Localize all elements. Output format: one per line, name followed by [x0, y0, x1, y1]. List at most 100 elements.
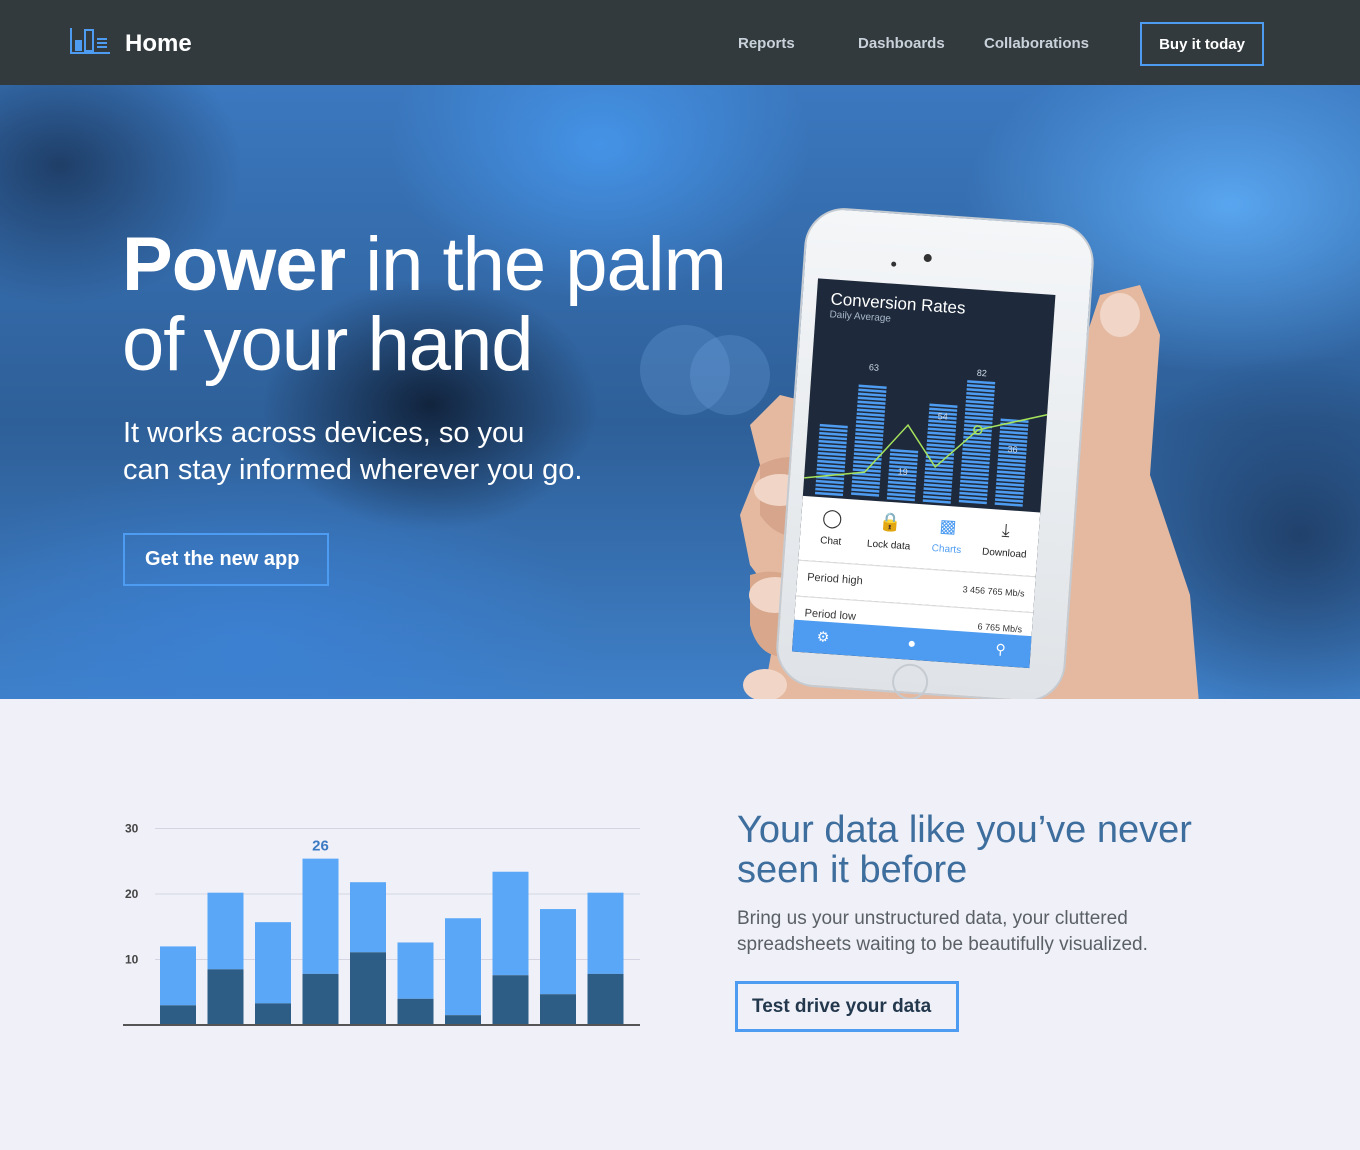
nav-link-collaborations[interactable]: Collaborations: [984, 35, 1089, 52]
phone-chart-bar-stripe: [966, 388, 995, 393]
hero-title: Power in the palm of your hand: [122, 222, 727, 385]
bar-segment-light: [445, 918, 481, 1016]
search-icon[interactable]: ⚲: [970, 639, 1031, 660]
phone-chart-bar-stripe: [887, 484, 916, 490]
feature-subtitle: Bring us your unstructured data, your cl…: [737, 908, 1148, 955]
phone-chart-bar-stripe: [927, 435, 956, 440]
phone-chart-bar-stripe: [962, 443, 991, 449]
phone-chart-bar-stripe: [997, 462, 1026, 467]
phone-chart-bar-stripe: [815, 479, 844, 485]
phone-chart-bar-stripe: [854, 444, 883, 449]
phone-chart-bar-stripe: [959, 495, 988, 501]
get-the-new-app-button[interactable]: Get the new app: [123, 533, 329, 586]
phone-chart-bar-stripe: [999, 434, 1028, 439]
phone-chart-bar-stripe: [996, 482, 1025, 487]
hero-section: Power in the palm of your hand It works …: [0, 85, 1360, 699]
phone-chart-bar-stripe: [851, 492, 880, 497]
phone-chart-bar-stripe: [855, 428, 884, 433]
phone-chart-bar-stripe: [818, 443, 847, 449]
phone-chart-bar-stripe: [853, 452, 882, 457]
chat-icon[interactable]: ◯: [803, 506, 862, 531]
phone-chart-bar-stripe: [887, 488, 916, 494]
nav-link-reports[interactable]: Reports: [738, 35, 795, 52]
phone-chart-value-label: 63: [869, 362, 880, 373]
tab-lock-data[interactable]: Lock data: [859, 538, 918, 553]
y-tick-label: 20: [125, 887, 139, 901]
phone-chart-bar-stripe: [964, 419, 993, 425]
tab-chat[interactable]: Chat: [801, 534, 860, 549]
bar-chart-logo-icon[interactable]: [70, 24, 110, 56]
phone-chart-bar-stripe: [923, 483, 952, 488]
phone-chart-value-label: 54: [937, 411, 948, 422]
phone-chart-bar-stripe: [818, 435, 847, 441]
gear-icon[interactable]: ⚙: [793, 627, 854, 648]
user-icon[interactable]: ●: [881, 633, 942, 653]
phone-chart-bar-stripe: [851, 484, 880, 489]
feature-title: Your data like you’ve never seen it befo…: [737, 809, 1192, 891]
phone-chart-bar-stripe: [964, 411, 994, 417]
bar-segment-dark: [540, 994, 576, 1025]
phone-chart-bar-stripe: [965, 408, 994, 413]
phone-chart-bar-stripe: [818, 447, 847, 453]
bar-segment-dark: [492, 975, 529, 1025]
download-icon[interactable]: ⤓: [976, 518, 1035, 543]
bar-segment-light: [160, 946, 196, 1006]
y-tick-label: 30: [125, 822, 139, 836]
phone-chart-bar-stripe: [965, 400, 994, 405]
phone-chart-bar-stripe: [962, 451, 991, 457]
hero-title-rest: in the palm: [345, 222, 727, 307]
bar-segment-dark: [587, 973, 624, 1025]
lock-icon[interactable]: 🔒: [861, 510, 920, 535]
phone-chart-bar-stripe: [855, 424, 884, 429]
phone-chart-bar-stripe: [817, 459, 846, 465]
phone-chart-bar-stripe: [924, 467, 954, 472]
phone-chart-bar-stripe: [856, 412, 885, 417]
test-drive-your-data-button[interactable]: Test drive your data: [735, 981, 959, 1032]
bar-segment-light: [350, 882, 386, 953]
phone-chart-bar-stripe: [924, 471, 953, 476]
row-value: 3 456 765 Mb/s: [962, 584, 1025, 599]
phone-chart-bar-stripe: [857, 400, 886, 405]
phone-chart-bar-stripe: [995, 490, 1024, 495]
charts-icon[interactable]: ▩: [918, 514, 977, 539]
buy-it-today-button[interactable]: Buy it today: [1140, 22, 1264, 66]
nav-link-dashboards[interactable]: Dashboards: [858, 35, 945, 52]
bar-segment-dark: [445, 1015, 481, 1025]
phone-chart-bar-stripe: [967, 380, 996, 385]
phone-chart-bar-stripe: [964, 415, 993, 421]
phone-chart-bar-stripe: [816, 463, 846, 469]
phone-chart-bar-stripe: [960, 471, 989, 477]
phone-chart-bar-stripe: [856, 416, 885, 421]
tab-download[interactable]: Download: [975, 546, 1034, 561]
phone-chart-bar-stripe: [926, 447, 955, 452]
phone-chart-bar-stripe: [966, 396, 995, 401]
phone-chart-bar-stripe: [817, 451, 846, 457]
phone-chart-bar-stripe: [994, 498, 1024, 503]
phone-chart-bar-stripe: [819, 427, 848, 433]
phone-chart-bar-stripe: [858, 384, 887, 389]
phone-chart-bar-stripe: [960, 475, 989, 481]
phone-chart-bar-stripe: [853, 460, 882, 465]
phone-chart-bar-stripe: [961, 463, 990, 469]
phone-chart-bar-stripe: [995, 486, 1024, 491]
phone-chart-bar-stripe: [959, 491, 988, 497]
phone-chart-bar-stripe: [999, 438, 1028, 443]
bar-segment-dark: [160, 1005, 196, 1025]
hero-title-bold: Power: [122, 222, 346, 307]
y-tick-label: 10: [125, 953, 139, 967]
tab-charts[interactable]: Charts: [917, 542, 976, 557]
bar-segment-light: [207, 892, 244, 970]
bar-segment-light: [302, 858, 339, 974]
phone-chart-value-label: 36: [1007, 444, 1018, 455]
phone-chart-bar-stripe: [928, 423, 957, 428]
phone-chart-bar-stripe: [996, 470, 1026, 475]
phone-chart-bar-stripe: [960, 467, 990, 473]
brand-home-link[interactable]: Home: [125, 30, 192, 58]
phone-chart-bar-stripe: [814, 491, 844, 497]
phone-chart-bar-stripe: [999, 430, 1028, 435]
phone-chart-bar-stripe: [962, 447, 991, 453]
phone-chart-bar-stripe: [887, 480, 917, 486]
phone-chart-bar-stripe: [999, 426, 1029, 431]
phone-chart-bar-stripe: [965, 404, 994, 409]
phone-chart-bar-stripe: [996, 478, 1025, 483]
